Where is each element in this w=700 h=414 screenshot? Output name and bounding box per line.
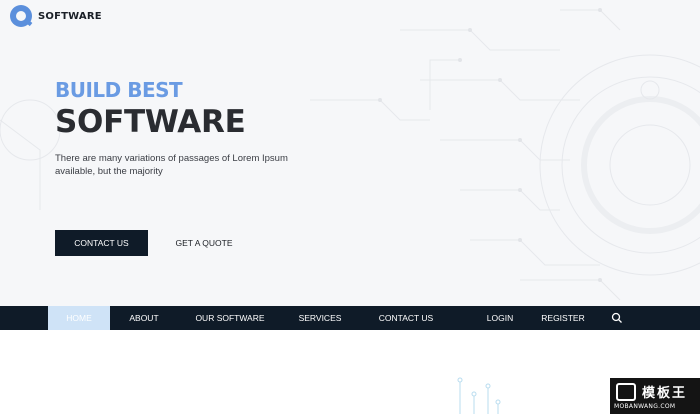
hero-headline-big: SOFTWARE xyxy=(55,104,246,140)
nav-item-register[interactable]: REGISTER xyxy=(536,306,590,330)
hero-section: SOFTWARE BUILD BEST SOFTWARE There are m… xyxy=(0,0,700,306)
nav-item-contact-us[interactable]: CONTACT US xyxy=(368,306,444,330)
contact-us-button[interactable]: CONTACT US xyxy=(55,230,148,256)
main-navbar: HOME ABOUT OUR SOFTWARE SERVICES CONTACT… xyxy=(0,306,700,330)
hero-headline-small: BUILD BEST xyxy=(55,78,183,102)
logo-q-icon xyxy=(10,5,32,27)
watermark-url: MOBANWANG.COM xyxy=(614,403,676,410)
watermark-text: 模板王 xyxy=(642,386,688,401)
get-a-quote-button[interactable]: GET A QUOTE xyxy=(168,230,240,256)
nav-item-about[interactable]: ABOUT xyxy=(118,306,170,330)
logo-text: SOFTWARE xyxy=(38,10,102,22)
watermark-logo-icon xyxy=(616,383,636,401)
nav-item-login[interactable]: LOGIN xyxy=(478,306,522,330)
circuit-decoration xyxy=(457,377,501,414)
search-icon[interactable] xyxy=(611,312,623,324)
hero-tagline: There are many variations of passages of… xyxy=(55,153,288,177)
nav-item-services[interactable]: SERVICES xyxy=(290,306,350,330)
brand-logo[interactable]: SOFTWARE xyxy=(10,5,102,27)
nav-item-home[interactable]: HOME xyxy=(48,306,110,330)
nav-item-our-software[interactable]: OUR SOFTWARE xyxy=(188,306,272,330)
content-area xyxy=(0,330,700,414)
watermark-badge: 模板王 MOBANWANG.COM xyxy=(610,378,700,414)
